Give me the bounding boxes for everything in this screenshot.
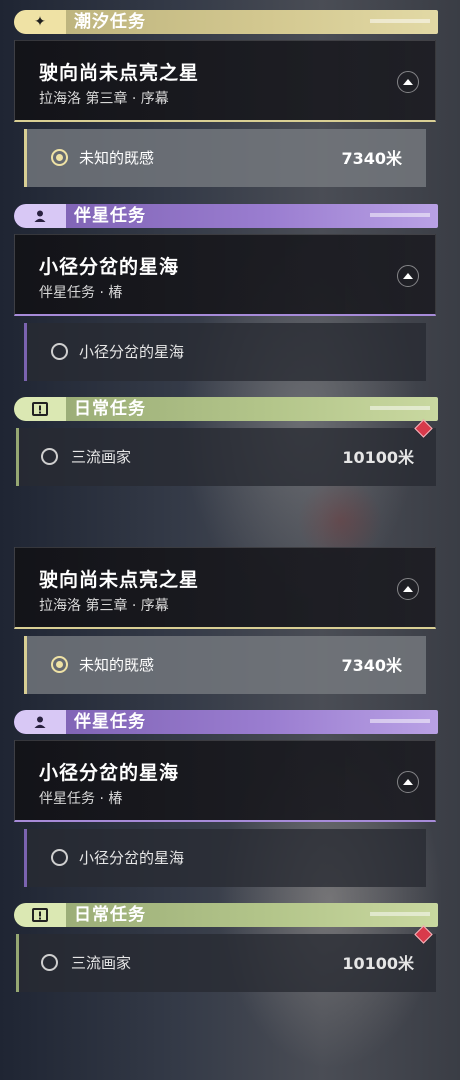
exclamation-box-icon bbox=[14, 397, 66, 421]
objective-distance: 10100米 bbox=[342, 954, 414, 973]
objective-text: 小径分岔的星海 bbox=[79, 343, 185, 361]
quest-title: 驶向尚未点亮之星 bbox=[39, 62, 200, 84]
quest-subtitle: 拉海洛 第三章 · 序幕 bbox=[39, 598, 169, 614]
objective-text: 未知的既感 bbox=[79, 656, 155, 674]
companion-objective-row[interactable]: 小径分岔的星海 bbox=[24, 829, 426, 887]
trailblaze-objective-row[interactable]: 未知的既感 7340米 bbox=[24, 129, 426, 187]
objective-distance: 7340米 bbox=[341, 656, 402, 675]
quest-title: 驶向尚未点亮之星 bbox=[39, 569, 200, 591]
trailblaze-quest-card[interactable]: 驶向尚未点亮之星 拉海洛 第三章 · 序幕 bbox=[14, 547, 436, 629]
unselected-radio-icon bbox=[51, 343, 68, 360]
objective-distance: 10100米 bbox=[342, 448, 414, 467]
objective-text: 小径分岔的星海 bbox=[79, 849, 185, 867]
exclamation-box-icon bbox=[14, 903, 66, 927]
navigate-arrow-icon[interactable] bbox=[397, 578, 419, 600]
trailblaze-objective-row[interactable]: 未知的既感 7340米 bbox=[24, 636, 426, 694]
unselected-radio-icon bbox=[41, 954, 58, 971]
header-fine-print-decoration bbox=[370, 406, 430, 410]
daily-objective-row[interactable]: 三流画家 10100米 bbox=[16, 419, 436, 486]
person-icon bbox=[14, 204, 66, 228]
daily-mission-header: 日常任务 bbox=[14, 397, 438, 421]
quest-subtitle: 拉海洛 第三章 · 序幕 bbox=[39, 91, 169, 107]
sparkle-star-icon: ✦ bbox=[14, 10, 66, 34]
header-fine-print-decoration bbox=[370, 719, 430, 723]
navigate-arrow-icon[interactable] bbox=[397, 265, 419, 287]
companion-quest-card[interactable]: 小径分岔的星海 伴星任务 · 椿 bbox=[14, 234, 436, 316]
trailblaze-header-label: 潮汐任务 bbox=[74, 12, 146, 32]
quest-title: 小径分岔的星海 bbox=[39, 256, 180, 278]
companion-mission-header: 伴星任务 bbox=[14, 710, 438, 734]
quest-subtitle: 伴星任务 · 椿 bbox=[39, 791, 123, 807]
objective-text: 未知的既感 bbox=[79, 149, 155, 167]
selected-radio-icon bbox=[51, 149, 68, 166]
daily-header-label: 日常任务 bbox=[74, 905, 146, 925]
unselected-radio-icon bbox=[51, 849, 68, 866]
objective-distance: 7340米 bbox=[341, 149, 402, 168]
companion-header-label: 伴星任务 bbox=[74, 712, 146, 732]
companion-objective-row[interactable]: 小径分岔的星海 bbox=[24, 323, 426, 381]
trailblaze-mission-header: ✦ 潮汐任务 bbox=[14, 10, 438, 34]
person-icon bbox=[14, 710, 66, 734]
header-fine-print-decoration bbox=[370, 912, 430, 916]
quest-title: 小径分岔的星海 bbox=[39, 762, 180, 784]
objective-text: 三流画家 bbox=[71, 954, 132, 972]
companion-mission-header: 伴星任务 bbox=[14, 204, 438, 228]
unselected-radio-icon bbox=[41, 448, 58, 465]
quest-subtitle: 伴星任务 · 椿 bbox=[39, 285, 123, 301]
daily-header-label: 日常任务 bbox=[74, 399, 146, 419]
companion-header-label: 伴星任务 bbox=[74, 206, 146, 226]
navigate-arrow-icon[interactable] bbox=[397, 771, 419, 793]
header-fine-print-decoration bbox=[370, 19, 430, 23]
objective-text: 三流画家 bbox=[71, 448, 132, 466]
companion-quest-card[interactable]: 小径分岔的星海 伴星任务 · 椿 bbox=[14, 740, 436, 822]
navigate-arrow-icon[interactable] bbox=[397, 71, 419, 93]
daily-objective-row[interactable]: 三流画家 10100米 bbox=[16, 925, 436, 992]
header-fine-print-decoration bbox=[370, 213, 430, 217]
daily-mission-header: 日常任务 bbox=[14, 903, 438, 927]
trailblaze-quest-card[interactable]: 驶向尚未点亮之星 拉海洛 第三章 · 序幕 bbox=[14, 40, 436, 122]
selected-radio-icon bbox=[51, 656, 68, 673]
